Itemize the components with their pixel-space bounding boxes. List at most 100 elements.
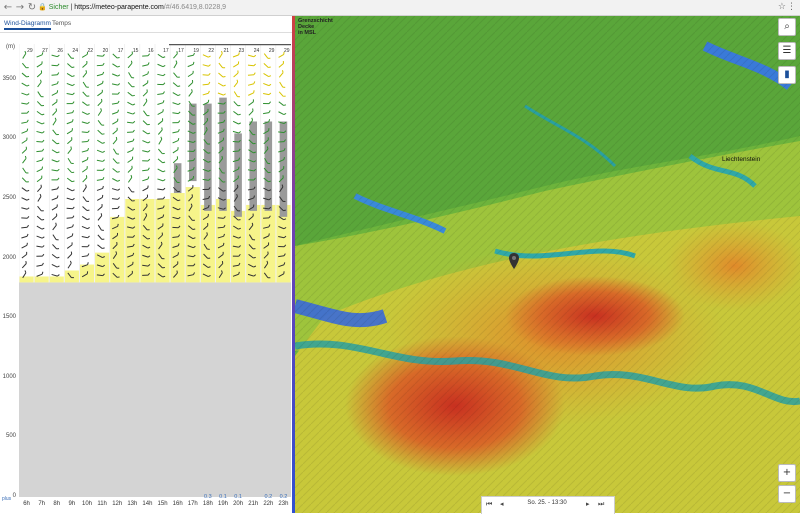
time-display[interactable]: So. 25. - 13:30 (512, 500, 582, 506)
wind-barb (53, 129, 59, 136)
wind-barb (127, 100, 135, 105)
chart-button[interactable]: ▮ (778, 66, 796, 84)
reload-icon[interactable]: ↻ (26, 1, 38, 14)
address-bar[interactable]: 🔒Sicher | https://meteo-parapente.com/#/… (38, 2, 772, 14)
zoom-out-button[interactable]: − (778, 485, 796, 503)
plus-label[interactable]: plus (2, 496, 11, 502)
wind-barb (66, 147, 72, 154)
wind-speed-label: 17 (163, 48, 169, 54)
wind-barb (158, 62, 166, 67)
wind-barb (218, 81, 225, 87)
wind-barb (202, 91, 210, 95)
wind-barb (157, 109, 165, 114)
location-pin-icon[interactable] (509, 253, 519, 269)
wind-barb (36, 130, 44, 134)
wind-barb (52, 178, 60, 180)
wind-barb (96, 99, 103, 106)
thermal-bar (125, 199, 139, 282)
wind-barb (127, 148, 135, 153)
tab-temps[interactable]: Temps (52, 20, 71, 27)
forward-icon[interactable]: → (14, 1, 26, 14)
rain-value: 0.1 (229, 494, 247, 500)
tab-wind-diagram[interactable]: Wind-Diagramm (4, 20, 51, 30)
wind-barb (247, 109, 254, 116)
wind-barb (82, 245, 90, 247)
wind-barb (67, 82, 75, 87)
wind-barb (67, 102, 75, 104)
wind-barb (127, 166, 134, 173)
wind-barb (51, 99, 58, 105)
wind-diagram-chart: 292726242220171516171719222123242929 (19, 44, 291, 497)
wind-barb (51, 90, 59, 95)
wind-barb (157, 197, 165, 199)
wind-barb (203, 73, 211, 76)
wind-barb (112, 62, 119, 68)
next-time-icon[interactable]: ▸ (586, 500, 590, 508)
wind-barb (128, 186, 134, 193)
wind-barb (37, 100, 44, 107)
terrain-map[interactable] (295, 16, 800, 513)
wind-barb (67, 72, 74, 78)
wind-barb (66, 216, 74, 219)
wind-barb (232, 80, 238, 87)
wind-speed-label: 16 (148, 48, 154, 54)
wind-barb (203, 63, 211, 67)
wind-barb (52, 168, 60, 171)
y-axis-tick-label: 2000 (0, 255, 16, 261)
settings-button[interactable]: ☰ (778, 42, 796, 60)
wind-barb (142, 159, 150, 161)
wind-barb (37, 215, 44, 221)
wind-barb (37, 120, 45, 125)
wind-barb (66, 242, 73, 248)
wind-barb (36, 167, 44, 172)
wind-barb (66, 233, 74, 238)
wind-barb (173, 91, 181, 96)
panel-tabs: Wind-Diagramm Temps (0, 16, 292, 33)
wind-barb (66, 137, 73, 143)
wind-barb (112, 92, 120, 94)
wind-barb (21, 225, 29, 228)
wind-barb (264, 62, 271, 69)
wind-barb (66, 119, 74, 124)
wind-barb (21, 91, 29, 95)
wind-barb (112, 101, 120, 104)
bookmark-star-icon[interactable]: ☆ (778, 1, 786, 14)
search-button[interactable]: ⌕ (778, 18, 796, 36)
wind-speed-label: 20 (103, 48, 109, 54)
wind-barb (111, 119, 119, 124)
wind-barb (97, 158, 105, 161)
wind-barb (66, 110, 74, 113)
zoom-in-button[interactable]: + (778, 464, 796, 482)
wind-barb (158, 148, 164, 155)
wind-barb (81, 70, 87, 77)
wind-barb (36, 61, 43, 67)
wind-barb (157, 118, 164, 124)
wind-barb (21, 234, 29, 238)
wind-barb (96, 204, 103, 210)
wind-barb (21, 156, 27, 163)
wind-barb (172, 121, 180, 123)
wind-barb (82, 139, 90, 142)
last-time-icon[interactable]: ⏭ (598, 500, 604, 509)
wind-speed-label: 22 (208, 48, 214, 54)
wind-barb (83, 91, 90, 98)
prev-time-icon[interactable]: ◂ (500, 500, 504, 508)
wind-barb (97, 108, 103, 115)
wind-barb (98, 129, 105, 136)
wind-barb (82, 225, 90, 230)
wind-barb (21, 129, 29, 134)
wind-barb (263, 102, 271, 104)
wind-barb (172, 111, 180, 114)
wind-barb (52, 273, 60, 277)
thermal-bar (216, 199, 230, 282)
first-time-icon[interactable]: ⏮ (486, 500, 492, 509)
wind-barb (21, 252, 28, 258)
back-icon[interactable]: ← (2, 1, 14, 14)
wind-barb (142, 149, 150, 153)
wind-barb (187, 89, 193, 96)
wind-barb (112, 177, 120, 182)
wind-barb (129, 71, 135, 78)
wind-barb (112, 206, 120, 208)
browser-menu-icon[interactable]: ⋮ (787, 1, 796, 14)
wind-barb (143, 119, 150, 126)
